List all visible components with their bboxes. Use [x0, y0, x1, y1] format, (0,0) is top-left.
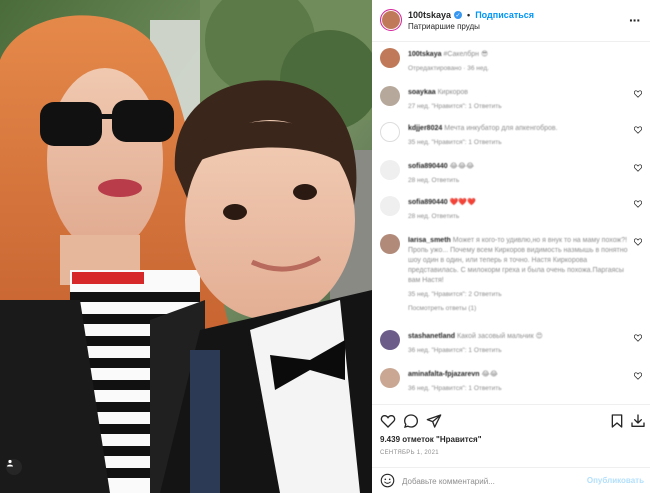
- comments-list[interactable]: 100tskaya #Сакелбрн 😎 Отредактировано · …: [372, 42, 650, 402]
- avatar[interactable]: [380, 196, 400, 216]
- share-icon[interactable]: [426, 413, 442, 429]
- emoji-icon[interactable]: [380, 473, 395, 488]
- comment-meta: 35 нед. "Нравится": 1 Ответить: [408, 139, 502, 146]
- author-avatar[interactable]: [380, 9, 402, 31]
- post-date: СЕНТЯБРЬ 1, 2021: [380, 450, 439, 456]
- comment-text: Киркоров: [437, 89, 469, 96]
- author-username[interactable]: 100tskaya: [408, 10, 451, 20]
- avatar[interactable]: [380, 368, 400, 388]
- post-modal: 100tskaya ✓ • Подписаться Патриаршие пру…: [0, 0, 650, 493]
- caption-text: #Сакелбрн 😎: [443, 51, 489, 58]
- post-location[interactable]: Патриаршие пруды: [408, 22, 480, 31]
- comment-text: Мечта инкубатор для апкенгобров.: [444, 125, 558, 132]
- post-side-panel: 100tskaya ✓ • Подписаться Патриаршие пру…: [372, 0, 650, 493]
- download-icon[interactable]: [630, 413, 646, 429]
- heart-icon[interactable]: [634, 238, 642, 246]
- avatar[interactable]: [380, 234, 400, 254]
- comment-meta: 36 нед. "Нравится": 1 Ответить: [408, 347, 502, 354]
- comment-username[interactable]: kdjjer8024: [408, 125, 442, 132]
- heart-icon[interactable]: [634, 372, 642, 380]
- post-header: 100tskaya ✓ • Подписаться Патриаршие пру…: [372, 0, 650, 42]
- heart-icon[interactable]: [634, 164, 642, 172]
- comment-username[interactable]: sofia890440: [408, 199, 448, 206]
- avatar[interactable]: [380, 48, 400, 68]
- heart-icon[interactable]: [380, 413, 396, 429]
- likes-count[interactable]: 9.439 отметок "Нравится": [380, 435, 482, 444]
- avatar[interactable]: [380, 122, 400, 142]
- caption-username[interactable]: 100tskaya: [408, 51, 441, 58]
- comment-text: 😂😂: [481, 371, 498, 378]
- comment-username[interactable]: aminafalta-fpjazarevn: [408, 371, 480, 378]
- publish-button[interactable]: Опубликовать: [587, 476, 644, 485]
- comment-icon[interactable]: [403, 413, 419, 429]
- heart-icon[interactable]: [634, 90, 642, 98]
- heart-icon[interactable]: [634, 200, 642, 208]
- comment-text: Какой засовый мальчик 😍: [457, 333, 543, 340]
- separator: •: [467, 10, 471, 20]
- comment-meta: 28 нед. Ответить: [408, 177, 460, 184]
- comment-username[interactable]: stashanetland: [408, 333, 455, 340]
- save-icon[interactable]: [609, 413, 625, 429]
- comment-meta: 28 нед. Ответить: [408, 213, 460, 220]
- comment-meta: 36 нед. "Нравится": 1 Ответить: [408, 385, 502, 392]
- tag-user-icon: [7, 459, 13, 467]
- comment-text: ❤️❤️❤️: [449, 199, 476, 206]
- comment-username[interactable]: larisa_smeth: [408, 237, 451, 244]
- view-replies-link[interactable]: Посмотреть ответы (1): [408, 304, 628, 314]
- verified-icon: ✓: [454, 11, 463, 19]
- comment-text: 😂😂😂: [449, 163, 475, 170]
- comment-username[interactable]: sofia890440: [408, 163, 448, 170]
- avatar[interactable]: [380, 86, 400, 106]
- action-bar: [372, 404, 650, 434]
- heart-icon[interactable]: [634, 126, 642, 134]
- caption-meta: Отредактировано · 36 нед.: [408, 65, 489, 72]
- post-photo[interactable]: [0, 0, 372, 493]
- avatar[interactable]: [380, 160, 400, 180]
- tag-user-button[interactable]: [6, 459, 22, 475]
- comment-meta: 35 нед. "Нравится": 2 Ответить: [408, 291, 502, 298]
- comment-composer: Опубликовать: [372, 467, 650, 493]
- more-options-icon[interactable]: ···: [629, 12, 641, 28]
- heart-icon[interactable]: [634, 334, 642, 342]
- avatar[interactable]: [380, 330, 400, 350]
- comment-text: Может я кого-то удивлю,но я внук то на м…: [408, 237, 628, 284]
- comment-username[interactable]: soaykaa: [408, 89, 436, 96]
- comment-meta: 27 нед. "Нравится": 1 Ответить: [408, 103, 502, 110]
- follow-button[interactable]: Подписаться: [475, 10, 534, 20]
- selfie-image: [0, 0, 372, 493]
- comment-input[interactable]: [402, 475, 582, 487]
